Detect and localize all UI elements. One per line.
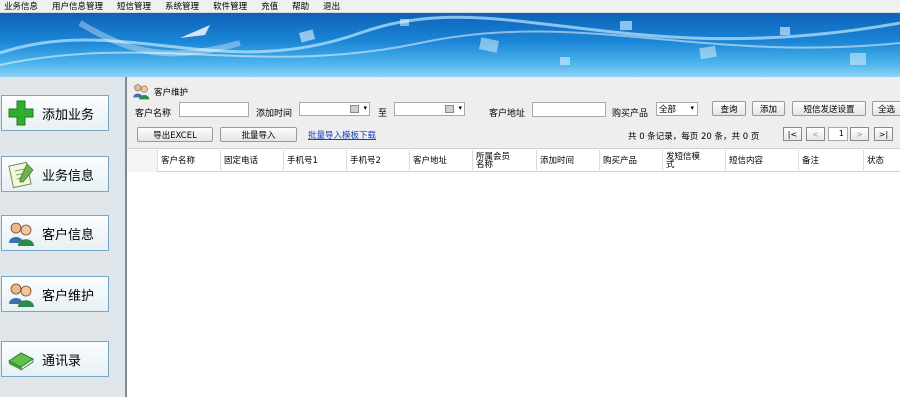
menu-item-user-info[interactable]: 用户信息管理 <box>52 0 103 12</box>
add-button[interactable]: 添加 <box>752 101 785 116</box>
menu-item-business-info[interactable]: 业务信息 <box>4 0 38 12</box>
column-header[interactable]: 添加时间 <box>536 150 599 172</box>
sidebar: 添加业务 业务信息 客户信息 客户维护 通讯录 <box>0 77 127 397</box>
sidebar-item-label: 通讯录 <box>42 353 82 369</box>
start-date-picker[interactable]: ▾ <box>299 102 370 116</box>
menu-item-system[interactable]: 系统管理 <box>165 0 199 12</box>
menu-item-software[interactable]: 软件管理 <box>213 0 247 12</box>
column-header[interactable]: 手机号1 <box>283 150 346 172</box>
column-header[interactable]: 购买产品 <box>599 150 662 172</box>
export-excel-button[interactable]: 导出EXCEL <box>137 127 213 142</box>
sidebar-item-label: 添加业务 <box>42 107 95 123</box>
first-page-button[interactable]: |< <box>783 127 802 141</box>
book-icon <box>6 344 36 374</box>
chevron-down-icon: ▾ <box>690 104 694 112</box>
sidebar-item-label: 业务信息 <box>42 168 95 184</box>
column-header[interactable]: 发短信模式 <box>662 150 702 172</box>
panel-title: 客户维护 <box>154 88 189 98</box>
panel-users-icon <box>132 82 150 103</box>
column-header[interactable]: 客户名称 <box>157 150 220 172</box>
column-header[interactable]: 固定电话 <box>220 150 283 172</box>
select-all-button[interactable]: 全选 <box>872 101 900 116</box>
column-header[interactable]: 状态 <box>863 150 900 172</box>
column-header[interactable]: 客户地址 <box>409 150 472 172</box>
sidebar-address-book-button[interactable]: 通讯录 <box>1 341 109 377</box>
pagination-summary: 共 0 条记录，每页 20 条，共 0 页 <box>628 132 760 142</box>
menu-item-exit[interactable]: 退出 <box>323 0 340 12</box>
add-time-label: 添加时间 <box>256 109 293 119</box>
product-label: 购买产品 <box>612 109 649 119</box>
sidebar-customer-info-button[interactable]: 客户信息 <box>1 215 109 251</box>
sidebar-item-label: 客户维护 <box>42 288 95 304</box>
last-page-button[interactable]: >| <box>874 127 893 141</box>
customer-address-label: 客户地址 <box>489 109 526 119</box>
main-panel: 客户维护 客户名称 添加时间 ▾ 至 ▾ 客户地址 购买产品 全部 ▾ 查询 添… <box>127 77 900 397</box>
users-icon <box>6 279 36 309</box>
end-date-picker[interactable]: ▾ <box>394 102 465 116</box>
users-icon <box>6 218 36 248</box>
menu-item-recharge[interactable]: 充值 <box>261 0 278 12</box>
column-header[interactable]: 备注 <box>798 150 863 172</box>
customer-address-input[interactable] <box>532 102 606 117</box>
calendar-icon <box>445 105 454 113</box>
customer-name-label: 客户名称 <box>135 109 172 119</box>
column-header[interactable]: 短信内容 <box>725 150 798 172</box>
table-body <box>127 173 900 397</box>
notepad-icon <box>6 159 36 189</box>
column-header[interactable]: 所属会员名称 <box>472 150 512 172</box>
filter-toolbar: 客户维护 客户名称 添加时间 ▾ 至 ▾ 客户地址 购买产品 全部 ▾ 查询 添… <box>127 77 900 149</box>
chevron-down-icon: ▾ <box>363 104 367 112</box>
to-label: 至 <box>378 109 388 119</box>
sidebar-add-business-button[interactable]: 添加业务 <box>1 95 109 131</box>
plus-icon <box>6 98 36 128</box>
sms-settings-button[interactable]: 短信发送设置 <box>792 101 866 116</box>
row-header-cell <box>127 150 157 172</box>
sidebar-business-info-button[interactable]: 业务信息 <box>1 156 109 192</box>
menu-item-help[interactable]: 帮助 <box>292 0 309 12</box>
menu-item-sms[interactable]: 短信管理 <box>117 0 151 12</box>
customer-name-input[interactable] <box>179 102 249 117</box>
product-select-value: 全部 <box>659 105 677 115</box>
sidebar-customer-maintenance-button[interactable]: 客户维护 <box>1 276 109 312</box>
batch-import-button[interactable]: 批量导入 <box>220 127 297 142</box>
calendar-icon <box>350 105 359 113</box>
column-header[interactable]: 手机号2 <box>346 150 409 172</box>
table-header: 客户名称 固定电话 手机号1 手机号2 客户地址 所属会员名称 添加时间 购买产… <box>127 150 900 172</box>
menu-bar: 业务信息 用户信息管理 短信管理 系统管理 软件管理 充值 帮助 退出 <box>0 0 900 13</box>
prev-page-button[interactable]: < <box>806 127 825 141</box>
next-page-button[interactable]: > <box>850 127 869 141</box>
chevron-down-icon: ▾ <box>458 104 462 112</box>
header-banner <box>0 13 900 77</box>
page-number-input[interactable]: 1 <box>828 127 848 141</box>
query-button[interactable]: 查询 <box>712 101 746 116</box>
sidebar-item-label: 客户信息 <box>42 227 95 243</box>
template-download-link[interactable]: 批量导入模板下载 <box>308 129 376 141</box>
product-select[interactable]: 全部 ▾ <box>656 102 698 116</box>
